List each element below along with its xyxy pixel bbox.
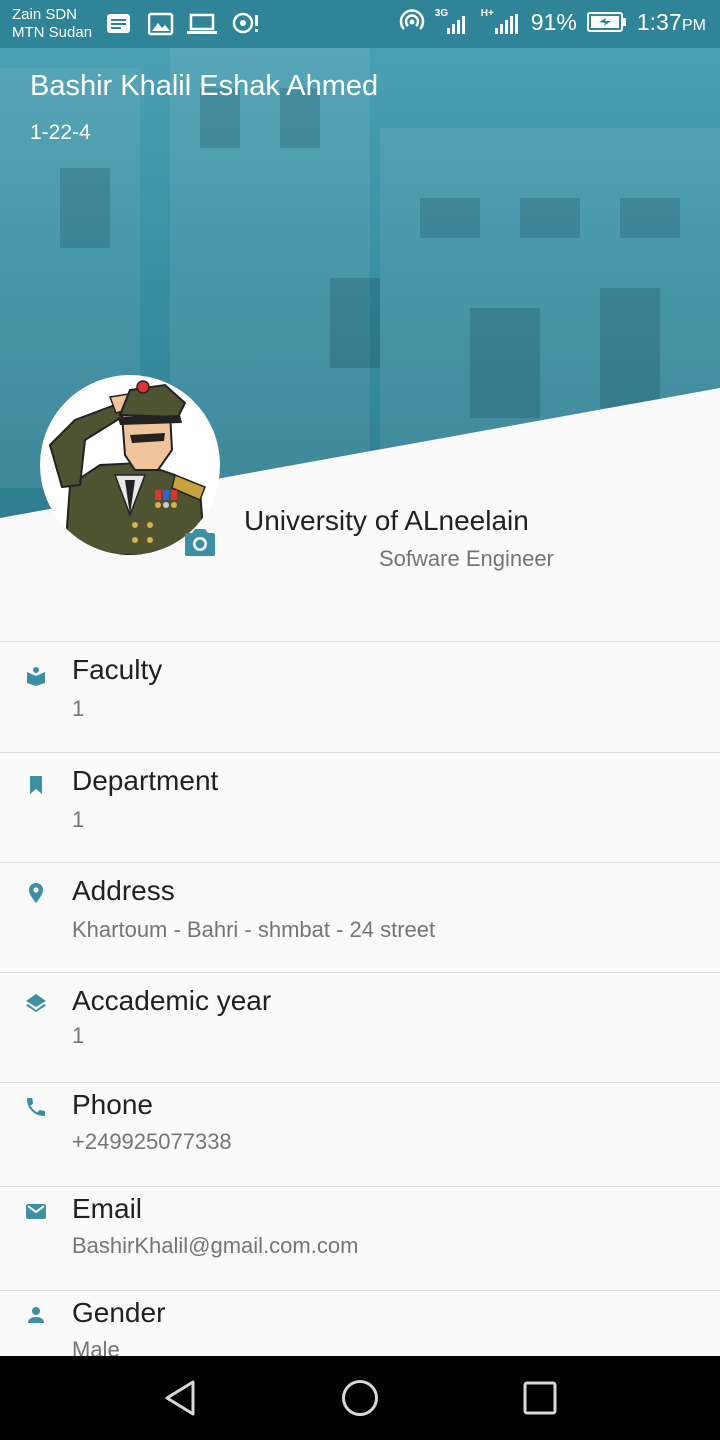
book-icon [27,667,45,686]
university-name: University of ALneelain [244,505,529,536]
network-type-2: H+ [480,8,494,19]
info-value: 1 [72,696,85,721]
info-value: 1 [72,1023,85,1048]
navigation-bar [0,1356,720,1440]
wifi-hotspot-icon [399,9,425,30]
hotspot-alert-icon [232,12,258,34]
clock-time: 1:37 [636,8,682,35]
clock: 1:37 PM [637,9,706,36]
bookmark-icon [30,776,42,794]
info-value: Khartoum - Bahri - shmbat - 24 street [72,917,436,942]
laptop-icon [187,13,217,34]
profile-name: Bashir Khalil Eshak Ahmed [30,70,379,102]
carrier-1: Zain SDN [12,6,78,23]
info-label: Phone [72,1089,153,1120]
info-value: 1 [72,807,85,832]
info-label: Address [72,875,175,906]
info-label: Gender [72,1297,166,1328]
info-label: Email [72,1193,143,1224]
back-icon[interactable] [160,1376,200,1420]
info-row-academic-year[interactable]: Accademic year 1 [0,972,720,1082]
info-row-department[interactable]: Department 1 [0,752,720,862]
location-pin-icon [29,883,43,903]
carrier-names: Zain SDN MTN Sudan [12,6,92,42]
job-title: Sofware Engineer [379,546,554,571]
info-row-phone[interactable]: Phone +249925077338 [0,1082,720,1186]
layers-icon [26,994,46,1012]
battery-charging-icon [586,12,626,32]
mail-icon [26,1204,46,1219]
info-row-address[interactable]: Address Khartoum - Bahri - shmbat - 24 s… [0,862,720,972]
home-icon[interactable] [340,1376,380,1420]
info-label: Faculty [72,654,163,685]
person-icon [28,1307,44,1323]
info-row-faculty[interactable]: Faculty 1 [0,641,720,752]
info-label: Department [72,765,219,796]
signal-sim2-icon: H+ [481,8,521,36]
phone-icon [27,1098,45,1116]
info-value: +249925077338 [72,1129,232,1154]
info-row-email[interactable]: Email BashirKhalil@gmail.com.com [0,1186,720,1290]
camera-icon[interactable] [182,526,218,558]
signal-sim1-icon: 3G [435,8,471,36]
info-label: Accademic year [72,985,272,1016]
status-bar: Zain SDN MTN Sudan 3G H+ 91% 1:37 PM [0,0,720,48]
message-icon [107,14,130,33]
profile-id: 1-22-4 [30,121,91,144]
carrier-2: MTN Sudan [12,24,93,41]
battery-percent: 91% [530,8,577,35]
clock-ampm: PM [682,16,706,34]
recents-icon[interactable] [520,1376,560,1420]
gallery-icon [148,12,174,36]
info-value: BashirKhalil@gmail.com.com [72,1233,359,1258]
